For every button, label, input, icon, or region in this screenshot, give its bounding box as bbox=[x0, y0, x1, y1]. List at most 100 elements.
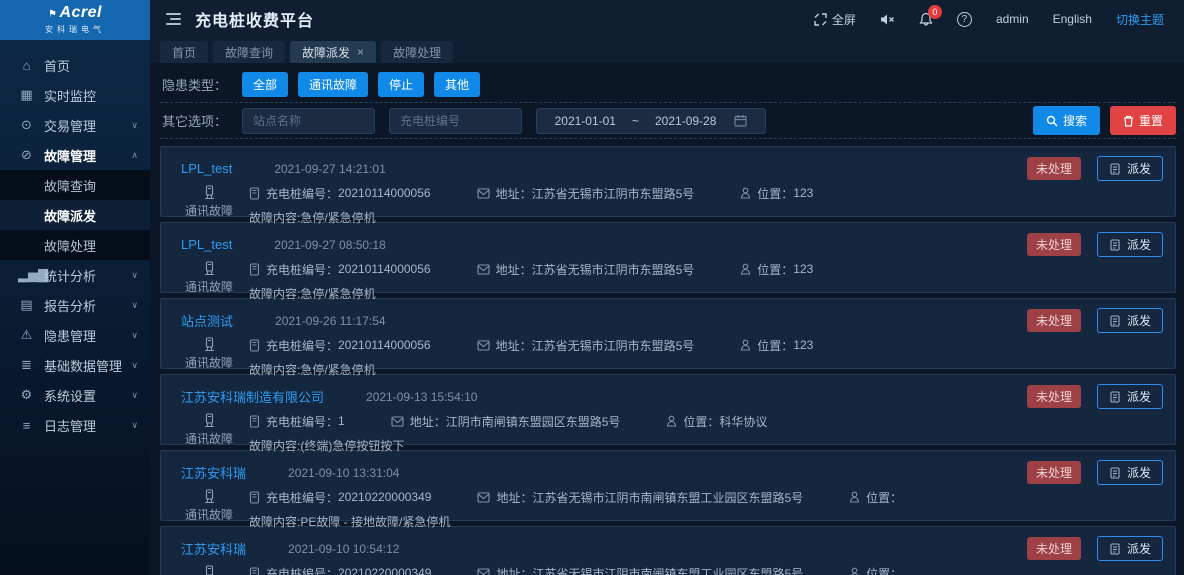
pile-icon bbox=[249, 491, 260, 504]
address-item: 地址： 江苏省无锡市江阴市东盟路5号 bbox=[477, 185, 695, 202]
record-body: 通讯故障 充电桩编号： 20210220000349 bbox=[181, 564, 1163, 575]
sidebar-item-icon: ≡ bbox=[18, 418, 35, 433]
fault-type-option-button[interactable]: 其他 bbox=[434, 72, 480, 97]
address-icon bbox=[477, 492, 490, 503]
address-item: 地址： 江苏省无锡市江阴市东盟路5号 bbox=[477, 261, 695, 278]
other-options-label: 其它选项： bbox=[162, 111, 242, 130]
sidebar-item[interactable]: 故障查询 bbox=[0, 170, 150, 200]
status-badge: 未处理 bbox=[1027, 157, 1081, 180]
sidebar-item-label: 故障管理 bbox=[44, 146, 96, 165]
position-value: 科华协议 bbox=[719, 413, 767, 430]
position-value: 123 bbox=[793, 338, 813, 352]
record-detail-row: 充电桩编号： 20210220000349 地址： 江苏省无锡市江阴市南闸镇东盟… bbox=[249, 564, 1163, 575]
dispatch-icon bbox=[1109, 391, 1121, 403]
theme-switch-link[interactable]: 切换主题 bbox=[1116, 11, 1164, 28]
sidebar-item-label: 首页 bbox=[44, 56, 70, 75]
sidebar-item-label: 报告分析 bbox=[44, 296, 96, 315]
dispatch-button[interactable]: 派发 bbox=[1097, 232, 1163, 257]
tab-close-icon[interactable]: × bbox=[357, 45, 364, 59]
user-menu[interactable]: admin bbox=[996, 12, 1029, 26]
fullscreen-button[interactable]: 全屏 bbox=[814, 11, 856, 28]
dispatch-button[interactable]: 派发 bbox=[1097, 156, 1163, 181]
fault-type-block: 通讯故障 bbox=[181, 260, 237, 302]
site-name-link[interactable]: 江苏安科瑞 bbox=[181, 463, 246, 482]
tab[interactable]: 故障处理 × bbox=[381, 41, 453, 63]
fault-type-option-button[interactable]: 停止 bbox=[378, 72, 424, 97]
address-item: 地址： 江苏省无锡市江阴市东盟路5号 bbox=[477, 337, 695, 354]
mute-button[interactable] bbox=[880, 13, 895, 26]
record-body: 通讯故障 充电桩编号： 20210220000349 bbox=[181, 488, 1163, 530]
position-icon bbox=[849, 567, 860, 575]
record-details: 充电桩编号： 20210114000056 地址： 江苏省无锡市江阴市东盟路5号 bbox=[249, 260, 1163, 302]
sidebar-item[interactable]: ≣ 基础数据管理 ∨ bbox=[0, 350, 150, 380]
site-name-link[interactable]: 站点测试 bbox=[181, 311, 233, 330]
sidebar-item-icon: ⊘ bbox=[18, 147, 35, 163]
sidebar-item-icon: ⚠ bbox=[18, 327, 35, 343]
reset-button[interactable]: 重置 bbox=[1110, 106, 1176, 135]
tab[interactable]: 首页 × bbox=[160, 41, 208, 63]
tab[interactable]: 故障查询 × bbox=[213, 41, 285, 63]
sidebar-item-label: 基础数据管理 bbox=[44, 356, 122, 375]
dispatch-label: 派发 bbox=[1127, 236, 1151, 253]
dispatch-button[interactable]: 派发 bbox=[1097, 384, 1163, 409]
fullscreen-icon bbox=[814, 13, 827, 26]
sidebar-item[interactable]: ▦ 实时监控 bbox=[0, 80, 150, 110]
tab[interactable]: 故障派发 × bbox=[290, 41, 376, 63]
sidebar-item[interactable]: ▂▅▇ 统计分析 ∨ bbox=[0, 260, 150, 290]
fault-type-option-button[interactable]: 全部 bbox=[242, 72, 288, 97]
address-label: 地址： bbox=[496, 185, 532, 202]
dispatch-icon bbox=[1109, 239, 1121, 251]
site-name-link[interactable]: 江苏安科瑞制造有限公司 bbox=[181, 387, 324, 406]
sidebar-item-icon: ⊙ bbox=[18, 117, 35, 133]
sidebar-item[interactable]: 故障处理 bbox=[0, 230, 150, 260]
sidebar-item[interactable]: ⚠ 隐患管理 ∨ bbox=[0, 320, 150, 350]
fullscreen-label: 全屏 bbox=[832, 11, 856, 28]
chevron-icon: ∨ bbox=[131, 420, 138, 431]
site-name-input[interactable] bbox=[242, 108, 375, 134]
content-area: 隐患类型： 全部 通讯故障 停止 其他 其它选项： 2021-01-01 ~ bbox=[150, 63, 1184, 575]
brand-logo[interactable]: Acrel 安科瑞电气 bbox=[0, 0, 150, 40]
position-item: 位置： 123 bbox=[740, 185, 813, 202]
mute-icon bbox=[880, 13, 895, 26]
sidebar-item-icon: ≣ bbox=[18, 357, 35, 373]
sidebar-item[interactable]: ⌂ 首页 bbox=[0, 50, 150, 80]
fault-type-option-button[interactable]: 通讯故障 bbox=[298, 72, 368, 97]
collapse-menu-icon[interactable] bbox=[166, 13, 181, 25]
chevron-icon: ∨ bbox=[131, 360, 138, 371]
dispatch-button[interactable]: 派发 bbox=[1097, 536, 1163, 561]
record-timestamp: 2021-09-27 08:50:18 bbox=[274, 238, 385, 252]
pile-number-item: 充电桩编号： 20210220000349 bbox=[249, 565, 431, 575]
pile-number-input[interactable] bbox=[389, 108, 522, 134]
pile-icon bbox=[249, 415, 260, 428]
fault-record-card: 站点测试 2021-09-26 11:17:54 未处理 派发 bbox=[160, 298, 1176, 369]
sidebar-item[interactable]: ⚙ 系统设置 ∨ bbox=[0, 380, 150, 410]
sidebar-item[interactable]: ≡ 日志管理 ∨ bbox=[0, 410, 150, 440]
notification-badge: 0 bbox=[928, 5, 942, 19]
site-name-link[interactable]: LPL_test bbox=[181, 237, 232, 252]
dispatch-button[interactable]: 派发 bbox=[1097, 460, 1163, 485]
date-range-picker[interactable]: 2021-01-01 ~ 2021-09-28 bbox=[536, 108, 766, 134]
dispatch-button[interactable]: 派发 bbox=[1097, 308, 1163, 333]
sidebar-item[interactable]: 故障派发 bbox=[0, 200, 150, 230]
sidebar-item[interactable]: ⊘ 故障管理 ∧ bbox=[0, 140, 150, 170]
sidebar-item-label: 故障查询 bbox=[44, 176, 96, 195]
site-name-link[interactable]: LPL_test bbox=[181, 161, 232, 176]
position-label: 位置： bbox=[757, 185, 793, 202]
record-timestamp: 2021-09-10 10:54:12 bbox=[288, 542, 399, 556]
fault-record-list: LPL_test 2021-09-27 14:21:01 未处理 派发 bbox=[160, 146, 1176, 575]
chevron-icon: ∨ bbox=[131, 300, 138, 311]
language-label: English bbox=[1053, 12, 1092, 26]
position-icon bbox=[740, 263, 751, 275]
language-switch[interactable]: English bbox=[1053, 12, 1092, 26]
sidebar-item[interactable]: ▤ 报告分析 ∨ bbox=[0, 290, 150, 320]
search-button[interactable]: 搜索 bbox=[1033, 106, 1100, 135]
pile-icon bbox=[249, 263, 260, 276]
sidebar-item[interactable]: ⊙ 交易管理 ∨ bbox=[0, 110, 150, 140]
dispatch-label: 派发 bbox=[1127, 464, 1151, 481]
fault-record-card: LPL_test 2021-09-27 08:50:18 未处理 派发 bbox=[160, 222, 1176, 293]
notifications-button[interactable]: 0 bbox=[919, 12, 933, 27]
help-button[interactable]: ? bbox=[957, 12, 972, 27]
charging-pile-icon bbox=[203, 185, 216, 200]
position-label: 位置： bbox=[866, 489, 902, 506]
site-name-link[interactable]: 江苏安科瑞 bbox=[181, 539, 246, 558]
